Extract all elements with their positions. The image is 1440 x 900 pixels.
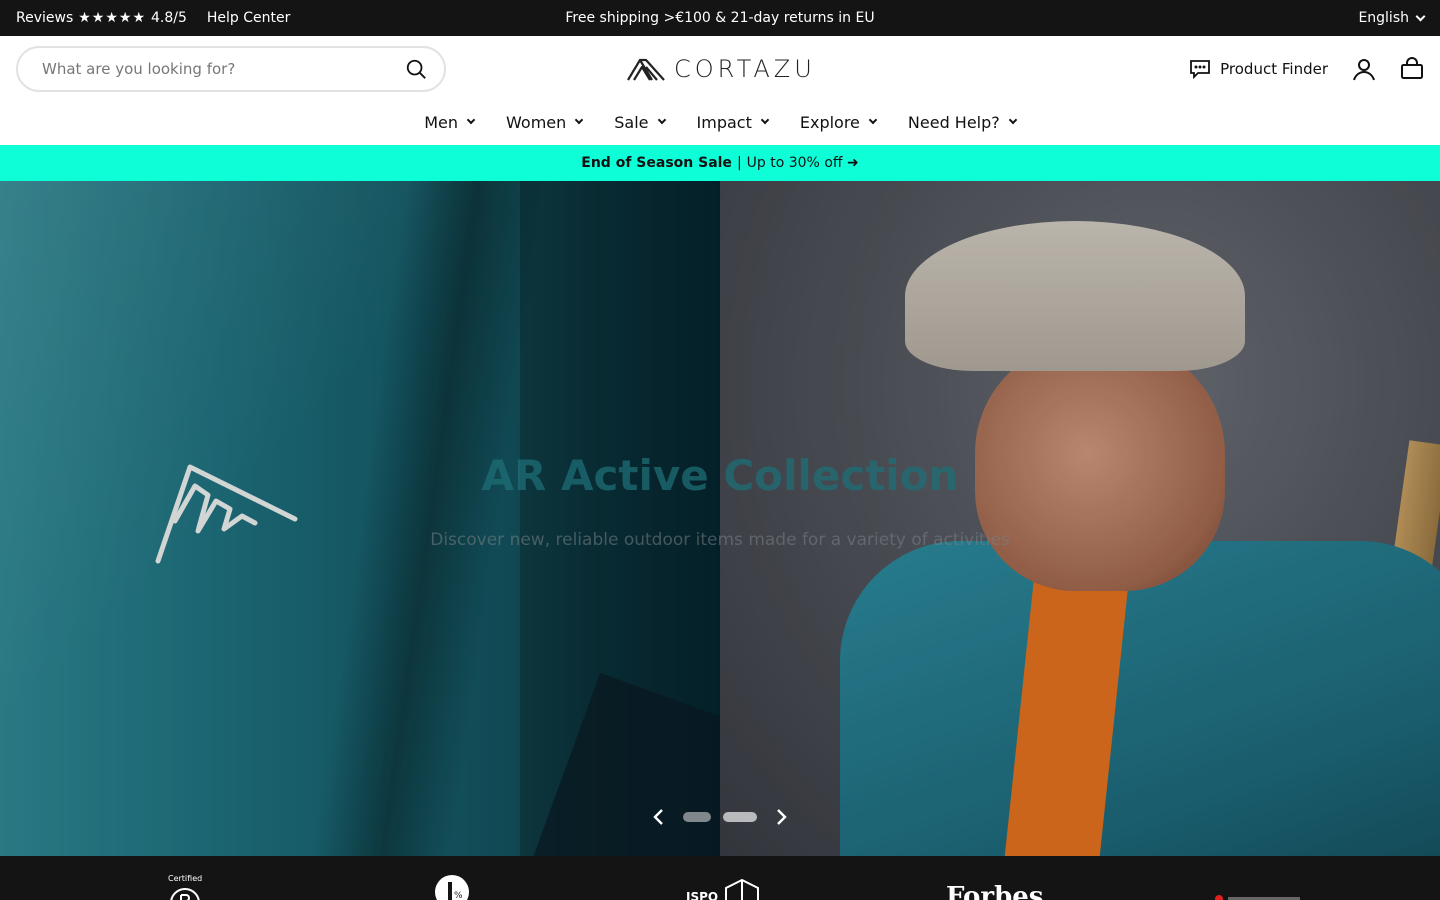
nav-item-need-help[interactable]: Need Help? [907, 108, 1018, 136]
shipping-announcement: Free shipping >€100 & 21-day returns in … [565, 10, 875, 26]
ispo-cube-icon [725, 878, 760, 900]
ispo-logo: ISPO [686, 878, 760, 900]
nav-item-men[interactable]: Men [424, 108, 476, 136]
chevron-down-icon [868, 115, 878, 125]
chevron-down-icon [466, 115, 476, 125]
search-bar [16, 46, 446, 92]
chat-icon [1190, 60, 1211, 79]
nav-item-label: Impact [696, 112, 752, 132]
promo-text: Up to 30% off ➜ [746, 155, 859, 171]
language-selector[interactable]: English [1358, 0, 1426, 36]
rating-stars-icon: ★★★★★ [78, 10, 147, 26]
top-announcement-bar: Reviews ★★★★★ 4.8/5 Help Center Free shi… [0, 0, 1440, 36]
search-icon[interactable] [402, 55, 430, 83]
chevron-down-icon [657, 115, 666, 125]
help-center-link[interactable]: Help Center [207, 10, 291, 26]
hero-title[interactable]: AR Active Collection [0, 451, 1440, 500]
header-actions: Product Finder [1189, 54, 1424, 84]
hero-subtitle: Discover new, reliable outdoor items mad… [430, 530, 1010, 550]
reviews-label: Reviews [16, 10, 74, 26]
hero-carousel: AR Active Collection Discover new, relia… [0, 181, 1440, 856]
nav-item-impact[interactable]: Impact [696, 108, 770, 136]
nav-item-label: Explore [799, 112, 860, 132]
hero-text-block: AR Active Collection Discover new, relia… [0, 451, 1440, 550]
bcorp-label: Certified [168, 874, 203, 883]
forbes-logo: Forbes [946, 882, 1044, 900]
chevron-left-icon [653, 809, 663, 825]
chevron-right-icon [777, 809, 787, 825]
product-finder-label: Product Finder [1220, 60, 1328, 78]
site-header: CORTAZU Product Finder Men Women Sale Im… [0, 36, 1440, 144]
brand-wordmark: CORTAZU [674, 55, 816, 83]
chevron-down-icon [1415, 11, 1426, 21]
cart-icon[interactable] [1400, 57, 1424, 81]
one-percent-label: % [454, 891, 463, 900]
chevron-down-icon [760, 115, 770, 125]
main-navigation: Men Women Sale Impact Explore Need Help? [0, 108, 1440, 136]
mountain-logo-icon [627, 58, 665, 81]
carousel-dot-1[interactable] [683, 812, 711, 822]
nav-item-label: Need Help? [907, 112, 1000, 132]
topbar-left: Reviews ★★★★★ 4.8/5 Help Center [16, 0, 290, 36]
ispo-label: ISPO [686, 890, 719, 900]
search-input[interactable] [42, 60, 402, 78]
promo-separator: | [736, 155, 742, 171]
brand-logo[interactable]: CORTAZU [626, 54, 816, 84]
nav-item-label: Men [424, 112, 459, 132]
nav-item-explore[interactable]: Explore [799, 108, 878, 136]
language-label: English [1358, 10, 1409, 26]
reviews-link[interactable]: Reviews ★★★★★ 4.8/5 [16, 10, 187, 26]
nav-item-women[interactable]: Women [506, 108, 584, 136]
chevron-down-icon [575, 115, 584, 125]
nav-item-label: Women [506, 112, 567, 132]
nav-item-label: Sale [614, 112, 649, 132]
account-icon[interactable] [1352, 57, 1376, 81]
product-finder-button[interactable]: Product Finder [1189, 59, 1328, 79]
one-percent-logo: % [434, 874, 470, 900]
rating-value: 4.8/5 [151, 10, 187, 26]
carousel-controls [0, 805, 1440, 829]
trust-logos-strip: Certified % ISPO Forbes [0, 856, 1440, 900]
sale-promo-banner[interactable]: End of Season Sale | Up to 30% off ➜ [0, 145, 1440, 181]
carousel-prev-button[interactable] [645, 805, 671, 829]
carousel-next-button[interactable] [769, 805, 795, 829]
carousel-dot-2[interactable] [723, 812, 757, 822]
nav-item-sale[interactable]: Sale [614, 108, 666, 136]
bcorp-logo: Certified [168, 874, 202, 900]
promo-bold-text: End of Season Sale [581, 155, 732, 171]
bcorp-icon [170, 888, 200, 900]
award-logo [1214, 894, 1304, 900]
chevron-down-icon [1008, 115, 1018, 125]
